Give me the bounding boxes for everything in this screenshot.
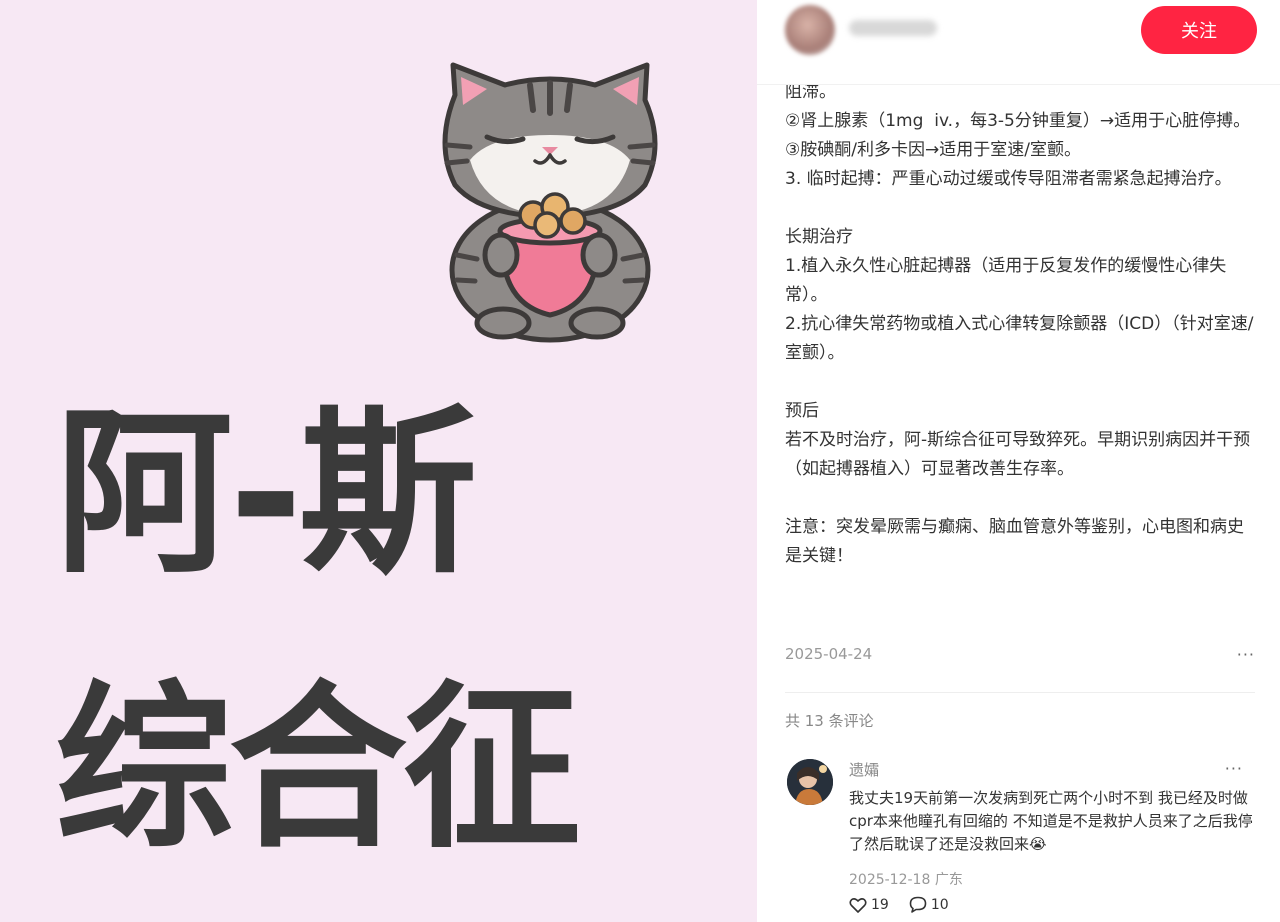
comment-actions: 19 10 (849, 896, 949, 913)
post-paragraph: 1.植入永久性心脏起搏器（适用于反复发作的缓慢性心律失常）。 (785, 256, 1227, 305)
like-count: 19 (871, 896, 889, 913)
commenter-avatar[interactable] (787, 759, 833, 805)
heart-icon (849, 897, 867, 913)
comment-location: 广东 (934, 872, 963, 888)
comment-text: 我丈夫19天前第一次发病到死亡两个小时不到 我已经及时做cpr本来他瞳孔有回缩的… (849, 789, 1253, 853)
post-paragraph: 若不及时治疗，阿-斯综合征可导致猝死。早期识别病因并干预（如起搏器植入）可显著改… (785, 430, 1251, 479)
comment-bubble-icon (909, 896, 927, 913)
post-paragraph: 2.抗心律失常药物或植入式心律转复除颤器（ICD）（针对室速/室颤）。 (785, 314, 1254, 363)
comment-count: 共 13 条评论 (785, 712, 874, 730)
post-panel: 阻滞。 ②肾上腺素（1mg iv.，每3-5分钟重复）→适用于心脏停搏。 ③胺碘… (757, 0, 1280, 922)
commenter-name[interactable]: 遗孀 (849, 759, 879, 780)
comment-date: 2025-12-18 (849, 872, 931, 888)
post-paragraph: 注意：突发晕厥需与癫痫、脑血管意外等鉴别，心电图和病史是关键！ (785, 517, 1244, 566)
post-body: 阻滞。 ②肾上腺素（1mg iv.，每3-5分钟重复）→适用于心脏停搏。 ③胺碘… (785, 78, 1255, 571)
post-paragraph: 3. 临时起搏：严重心动过缓或传导阻滞者需紧急起搏治疗。 (785, 169, 1232, 189)
note-detail-view: 阿-斯 综合征 阻滞。 ②肾上腺素（1mg iv.，每3-5分钟重复）→适用于心… (0, 0, 1280, 922)
post-paragraph: ②肾上腺素（1mg iv.，每3-5分钟重复）→适用于心脏停搏。 (785, 111, 1251, 131)
author-name-blurred[interactable] (849, 20, 937, 36)
comment-more-icon[interactable]: ··· (1225, 759, 1243, 778)
post-paragraph: ③胺碘酮/利多卡因→适用于室速/室颤。 (785, 140, 1081, 160)
post-section-heading: 预后 (785, 401, 819, 421)
comment-item: 遗孀 ··· 我丈夫19天前第一次发病到死亡两个小时不到 我已经及时做cpr本来… (785, 755, 1255, 922)
cover-image: 阿-斯 综合征 (0, 0, 757, 922)
comment-meta: 2025-12-18 广东 (849, 869, 963, 889)
author-avatar[interactable] (785, 5, 835, 55)
follow-button[interactable]: 关注 (1141, 6, 1257, 54)
reply-button[interactable]: 10 (909, 896, 949, 913)
cover-title-line-2: 综合征 (55, 665, 581, 872)
post-meta: 2025-04-24 ··· (785, 640, 1255, 668)
post-section-heading: 长期治疗 (785, 227, 853, 247)
post-date: 2025-04-24 (785, 645, 873, 663)
like-button[interactable]: 19 (849, 897, 889, 913)
more-options-icon[interactable]: ··· (1237, 645, 1255, 664)
reply-count: 10 (930, 896, 949, 913)
post-header: 关注 (757, 0, 1280, 85)
cover-title-line-1: 阿-斯 (55, 390, 477, 597)
divider (785, 692, 1255, 693)
cat-illustration (442, 62, 658, 343)
